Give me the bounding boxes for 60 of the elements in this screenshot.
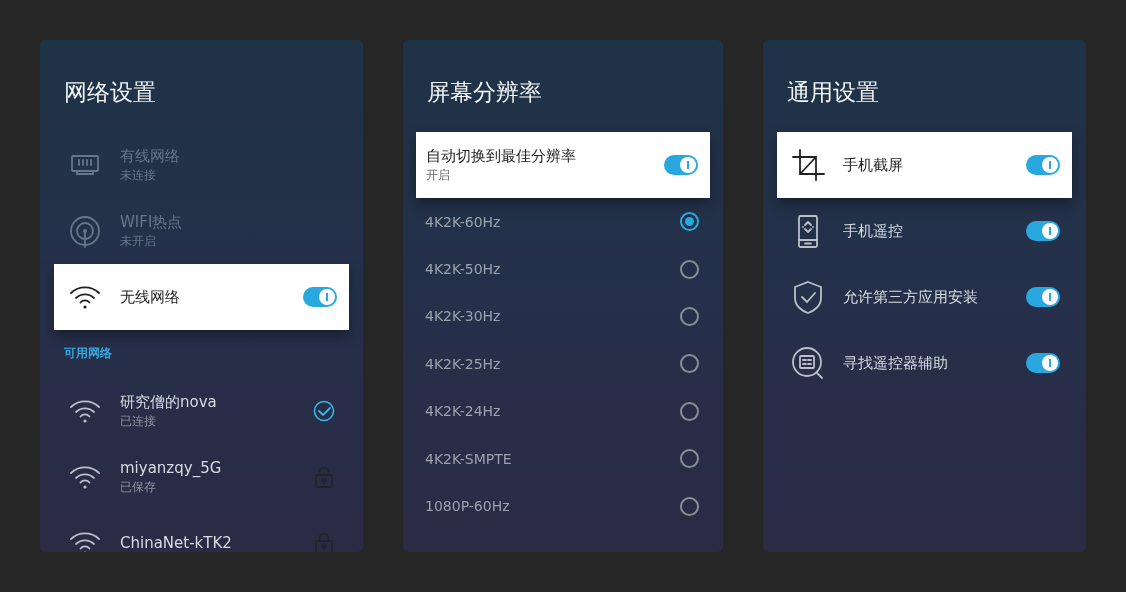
item-label: 无线网络: [120, 287, 181, 307]
item-label: 自动切换到最佳分辨率: [426, 146, 577, 166]
item-status: 未连接: [120, 167, 157, 184]
menu-item[interactable]: 手机截屏: [777, 132, 1072, 198]
option-label: 4K2K-25Hz: [425, 354, 502, 374]
item-status: 开启: [426, 167, 451, 184]
toggle-switch[interactable]: [1026, 287, 1060, 307]
menu-item[interactable]: miyanzqy_5G 已保存: [54, 444, 349, 510]
option-label: 4K2K-SMPTE: [425, 449, 513, 469]
item-label: 研究僧的nova: [120, 392, 218, 412]
menu-item[interactable]: 允许第三方应用安装: [777, 264, 1072, 330]
item-label: 手机遥控: [843, 221, 904, 241]
item-label: 有线网络: [120, 146, 181, 166]
item-label: ChinaNet-kTK2: [120, 533, 233, 552]
radio-button[interactable]: [680, 354, 699, 374]
search-remote-icon: [791, 346, 825, 380]
radio-button[interactable]: [680, 306, 699, 326]
radio-button[interactable]: [680, 496, 699, 516]
radio-button[interactable]: [680, 449, 699, 469]
item-status: 已保存: [120, 479, 157, 496]
menu-item[interactable]: 1080P-60Hz: [405, 482, 721, 530]
crop-icon: [791, 148, 825, 182]
menu-item[interactable]: 手机遥控: [777, 198, 1072, 264]
menu-item[interactable]: 4K2K-24Hz: [405, 387, 721, 435]
toggle-switch[interactable]: [1026, 155, 1060, 175]
radio-button[interactable]: [680, 401, 699, 421]
item-status: 未开启: [120, 233, 157, 250]
option-label: 1080P-60Hz: [425, 497, 511, 517]
menu-item[interactable]: 4K2K-25Hz: [405, 340, 721, 388]
panel-title: 网络设置: [63, 78, 157, 107]
menu-item[interactable]: 4K2K-SMPTE: [405, 434, 721, 483]
menu-item[interactable]: 4K2K-60Hz: [405, 198, 721, 246]
toggle-switch[interactable]: [1026, 353, 1060, 373]
panel-title: 屏幕分辨率: [426, 78, 543, 107]
menu-item[interactable]: 无线网络: [54, 264, 349, 330]
toggle-switch[interactable]: [1026, 221, 1060, 241]
option-label: 4K2K-50Hz: [425, 260, 502, 280]
option-label: 4K2K-24Hz: [425, 402, 502, 422]
section-header: 可用网络: [63, 345, 113, 362]
option-label: 4K2K-30Hz: [425, 307, 502, 327]
menu-item[interactable]: 研究僧的nova 已连接: [54, 378, 349, 444]
shield-check-icon: [791, 280, 825, 314]
option-label: 4K2K-60Hz: [425, 212, 502, 232]
hotspot-icon: [68, 214, 102, 248]
radio-button[interactable]: [680, 212, 699, 232]
menu-item[interactable]: 4K2K-50Hz: [405, 245, 721, 293]
item-label: 寻找遥控器辅助: [843, 353, 949, 373]
menu-item[interactable]: ChinaNet-kTK2: [54, 510, 349, 552]
toggle-switch[interactable]: [664, 155, 698, 175]
menu-item[interactable]: 寻找遥控器辅助: [777, 330, 1072, 396]
item-label: miyanzqy_5G: [120, 458, 223, 478]
item-label: 允许第三方应用安装: [843, 287, 979, 307]
toggle-switch[interactable]: [303, 287, 337, 307]
menu-item[interactable]: 自动切换到最佳分辨率 开启: [416, 132, 710, 198]
panel-title: 通用设置: [786, 78, 880, 107]
menu-item[interactable]: 4K2K-30Hz: [405, 292, 721, 341]
item-label: 手机截屏: [843, 155, 904, 175]
radio-button[interactable]: [680, 259, 699, 279]
item-label: WIFI热点: [120, 212, 184, 232]
item-status: 已连接: [120, 413, 157, 430]
